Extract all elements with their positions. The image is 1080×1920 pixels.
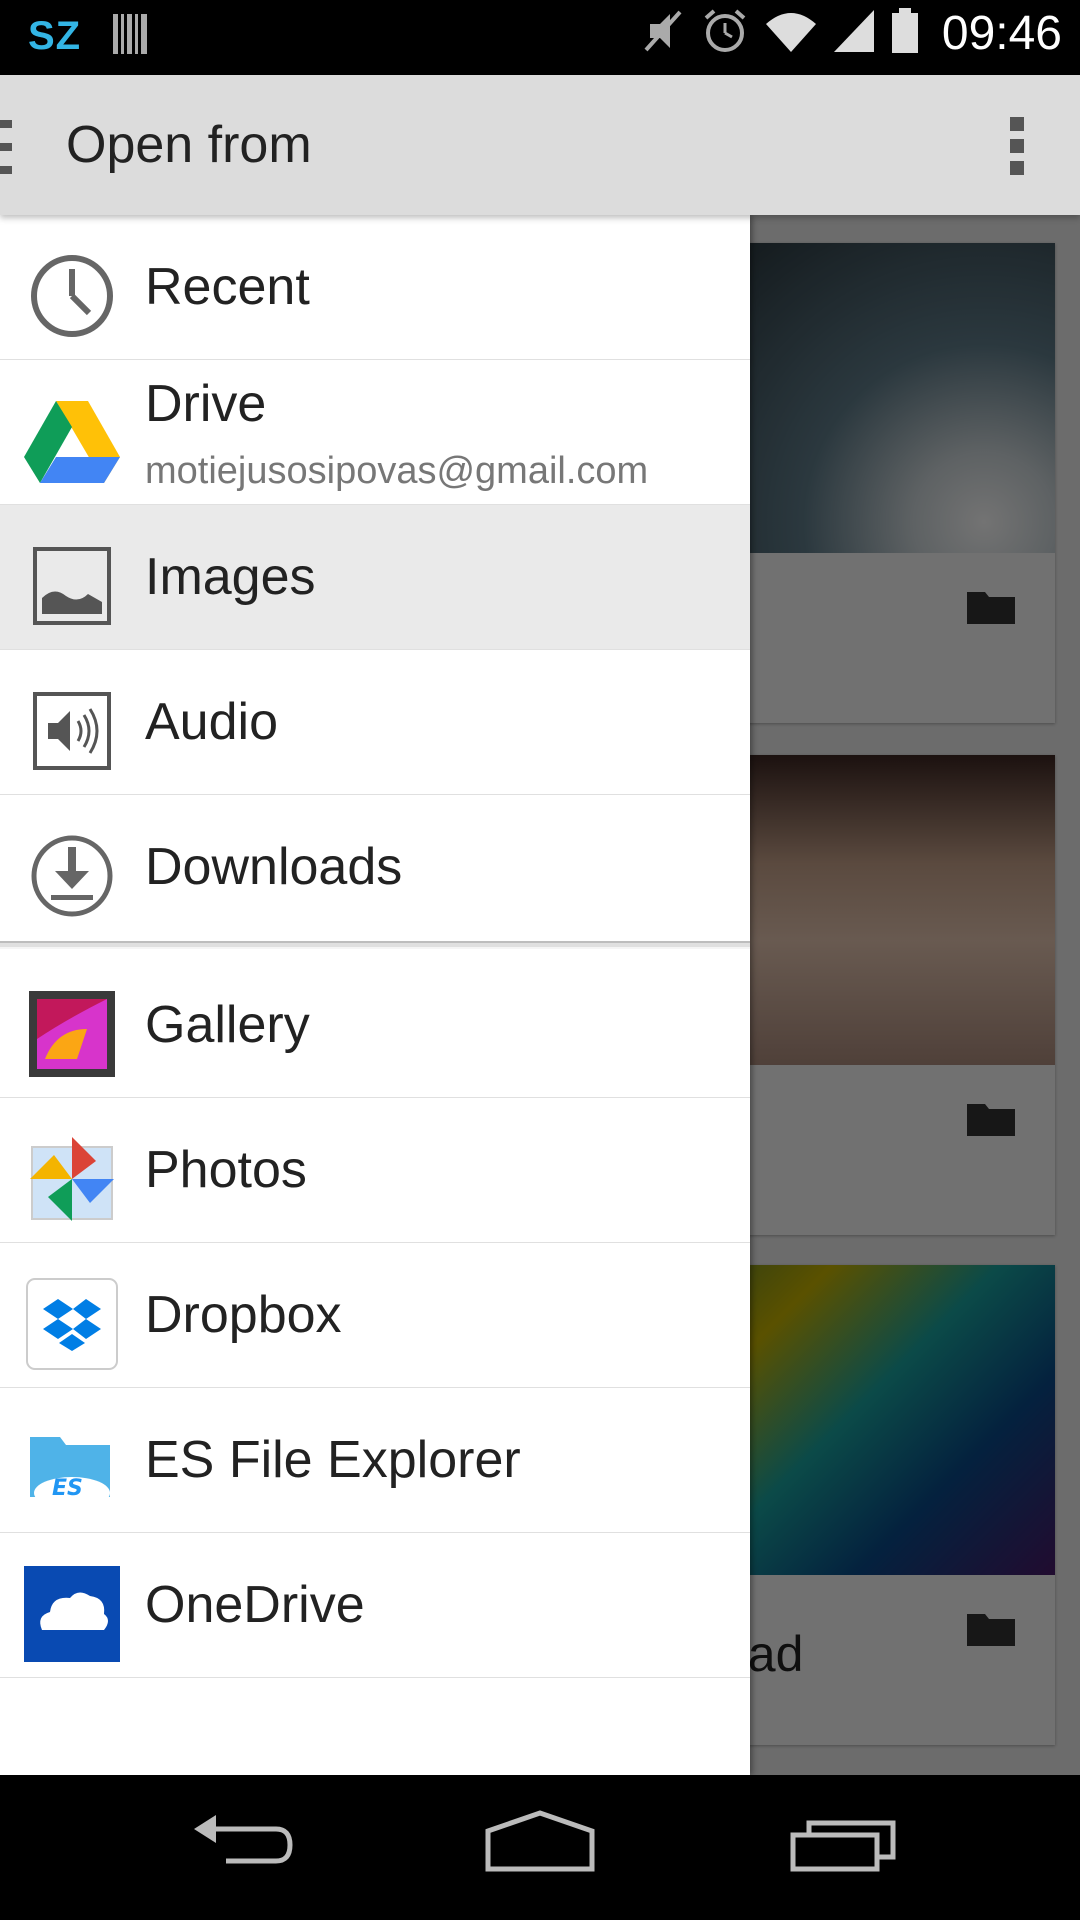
drawer-item-label: Gallery: [145, 996, 310, 1054]
page-title: Open from: [66, 116, 312, 174]
section-divider: [0, 941, 750, 949]
photos-app-icon: [24, 1131, 120, 1227]
alarm-icon: [700, 6, 750, 61]
drawer-item-gallery[interactable]: Gallery: [0, 953, 750, 1098]
drawer-item-label: Photos: [145, 1141, 307, 1199]
barcode-icon: [111, 12, 151, 61]
drawer-item-label: Audio: [145, 693, 278, 751]
drawer-item-es-file-explorer[interactable]: ES ES File Explorer: [0, 1388, 750, 1533]
system-navigation-bar: [0, 1775, 1080, 1920]
drawer-item-label: Images: [145, 548, 316, 606]
drawer-item-audio[interactable]: Audio: [0, 650, 750, 795]
audio-icon: [24, 683, 120, 779]
svg-text:ES: ES: [52, 1476, 83, 1501]
drawer-item-onedrive[interactable]: OneDrive: [0, 1533, 750, 1678]
mute-icon: [640, 6, 686, 61]
navigation-drawer: Recent Drive motiejusosipovas@gmail.com …: [0, 215, 750, 1775]
download-icon: [24, 828, 120, 924]
drawer-item-dropbox[interactable]: Dropbox: [0, 1243, 750, 1388]
back-button[interactable]: [180, 1805, 300, 1885]
status-bar: SZ 09:46: [0, 0, 1080, 75]
image-icon: [24, 538, 120, 634]
dropbox-app-icon: [24, 1276, 120, 1372]
drawer-item-downloads[interactable]: Downloads: [0, 795, 750, 940]
drawer-indicator-icon[interactable]: [0, 120, 12, 174]
google-drive-icon: [24, 393, 120, 489]
drawer-item-label: Drive: [145, 375, 267, 433]
wifi-icon: [764, 6, 818, 61]
gallery-app-icon: [24, 986, 120, 1082]
es-file-explorer-app-icon: ES: [24, 1421, 120, 1517]
clock-time: 09:46: [941, 7, 1062, 60]
drawer-item-label: Recent: [145, 258, 310, 316]
drawer-item-photos[interactable]: Photos: [0, 1098, 750, 1243]
recents-button[interactable]: [785, 1805, 905, 1885]
overflow-menu-icon[interactable]: [1010, 117, 1026, 177]
home-button[interactable]: [480, 1805, 600, 1885]
clock-icon: [24, 248, 120, 344]
drawer-item-recent[interactable]: Recent: [0, 215, 750, 360]
drawer-item-account: motiejusosipovas@gmail.com: [145, 450, 649, 492]
drawer-item-label: Downloads: [145, 838, 403, 896]
onedrive-app-icon: [24, 1566, 120, 1662]
drawer-item-label: OneDrive: [145, 1576, 365, 1634]
drawer-item-label: Dropbox: [145, 1286, 342, 1344]
drawer-item-label: ES File Explorer: [145, 1431, 521, 1489]
carrier-indicator: SZ: [28, 14, 82, 58]
action-bar: Open from: [0, 75, 1080, 215]
battery-icon: [890, 6, 920, 61]
drawer-item-images[interactable]: Images: [0, 505, 750, 650]
drawer-item-drive[interactable]: Drive motiejusosipovas@gmail.com: [0, 360, 750, 505]
signal-icon: [832, 6, 876, 61]
